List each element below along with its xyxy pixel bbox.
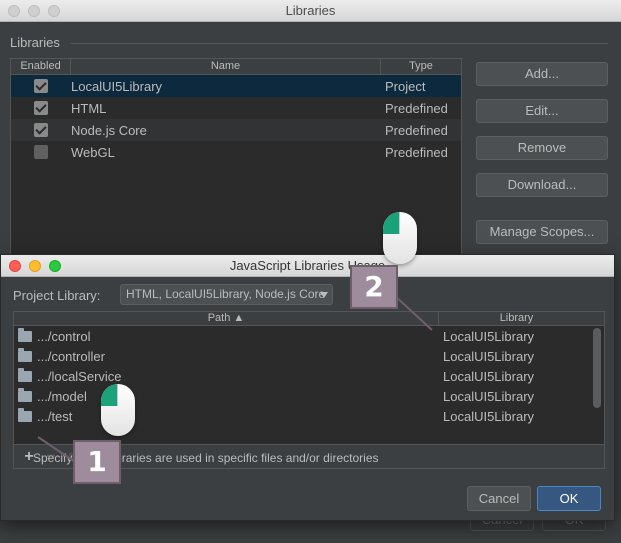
- libraries-section-label: Libraries: [10, 35, 60, 50]
- path-cell: .../test: [14, 408, 439, 424]
- library-cell: LocalUI5Library: [443, 388, 535, 404]
- library-type: Predefined: [385, 100, 448, 116]
- library-name: LocalUI5Library: [71, 78, 163, 94]
- enabled-cell: [11, 145, 71, 159]
- path-text: .../localService: [37, 368, 122, 384]
- enabled-checkbox[interactable]: [34, 123, 48, 137]
- enabled-cell: [11, 101, 71, 115]
- path-text: .../control: [37, 328, 91, 344]
- chevron-down-icon: [320, 292, 328, 298]
- enabled-checkbox[interactable]: [34, 101, 48, 115]
- project-library-value: HTML, LocalUI5Library, Node.js Core: [126, 287, 326, 301]
- folder-icon: [18, 348, 32, 362]
- step-badge-1: 1: [73, 440, 121, 484]
- library-name: Node.js Core: [71, 122, 147, 138]
- libraries-table-header: Enabled Name Type: [11, 59, 461, 75]
- window-title: Libraries: [285, 3, 336, 18]
- header-enabled[interactable]: Enabled: [11, 59, 71, 74]
- edit-button[interactable]: Edit...: [476, 99, 608, 123]
- ok-button[interactable]: OK: [537, 486, 601, 511]
- project-library-label: Project Library:: [13, 288, 101, 303]
- mouse-divider: [399, 212, 400, 234]
- path-cell: .../localService: [14, 368, 439, 384]
- library-name: WebGL: [71, 144, 115, 160]
- path-row[interactable]: .../controller LocalUI5Library: [14, 346, 604, 366]
- path-table-header: Path ▲ Library: [14, 312, 604, 326]
- path-text: .../model: [37, 388, 87, 404]
- library-cell: LocalUI5Library: [443, 328, 535, 344]
- vertical-scrollbar[interactable]: [593, 328, 601, 408]
- path-text: .../test: [37, 408, 73, 424]
- dialog-title: JavaScript Libraries Usage: [229, 258, 386, 273]
- remove-button[interactable]: Remove: [476, 136, 608, 160]
- library-row[interactable]: HTML Predefined: [11, 97, 461, 119]
- library-cell: LocalUI5Library: [443, 348, 535, 364]
- add-button[interactable]: Add...: [476, 62, 608, 86]
- path-cell: .../model: [14, 388, 439, 404]
- manage-scopes-button[interactable]: Manage Scopes...: [476, 220, 608, 244]
- project-library-select[interactable]: HTML, LocalUI5Library, Node.js Core: [120, 284, 333, 305]
- library-row[interactable]: LocalUI5Library Project: [11, 75, 461, 97]
- folder-icon: [18, 388, 32, 402]
- library-row[interactable]: Node.js Core Predefined: [11, 119, 461, 141]
- folder-icon: [18, 408, 32, 422]
- enabled-cell: [11, 123, 71, 137]
- folder-icon: [18, 328, 32, 342]
- step-badge-2: 2: [350, 265, 398, 309]
- libraries-titlebar: Libraries: [0, 0, 621, 22]
- path-text: .../controller: [37, 348, 105, 364]
- library-type: Predefined: [385, 144, 448, 160]
- path-row[interactable]: .../control LocalUI5Library: [14, 326, 604, 346]
- library-cell: LocalUI5Library: [443, 408, 535, 424]
- enabled-cell: [11, 79, 71, 93]
- library-cell: LocalUI5Library: [443, 368, 535, 384]
- library-name: HTML: [71, 100, 107, 116]
- header-name[interactable]: Name: [71, 59, 381, 74]
- path-cell: .../control: [14, 328, 439, 344]
- path-row[interactable]: .../localService LocalUI5Library: [14, 366, 604, 386]
- enabled-checkbox[interactable]: [34, 79, 48, 93]
- path-cell: .../controller: [14, 348, 439, 364]
- folder-icon: [18, 368, 32, 382]
- section-divider: [70, 43, 608, 44]
- download-button[interactable]: Download...: [476, 173, 608, 197]
- library-type: Predefined: [385, 122, 448, 138]
- dialog-titlebar: JavaScript Libraries Usage: [1, 255, 614, 277]
- libraries-table-body: LocalUI5Library Project HTML Predefined Node…: [11, 75, 461, 163]
- header-path[interactable]: Path ▲: [14, 312, 439, 325]
- mouse-divider: [117, 384, 118, 406]
- library-type: Project: [385, 78, 426, 94]
- header-type[interactable]: Type: [381, 59, 461, 74]
- mouse-left-click-icon: [383, 212, 417, 264]
- cancel-button[interactable]: Cancel: [467, 486, 531, 511]
- header-library[interactable]: Library: [439, 312, 594, 325]
- mouse-left-click-icon: [101, 384, 135, 436]
- enabled-checkbox[interactable]: [34, 145, 48, 159]
- library-row[interactable]: WebGL Predefined: [11, 141, 461, 163]
